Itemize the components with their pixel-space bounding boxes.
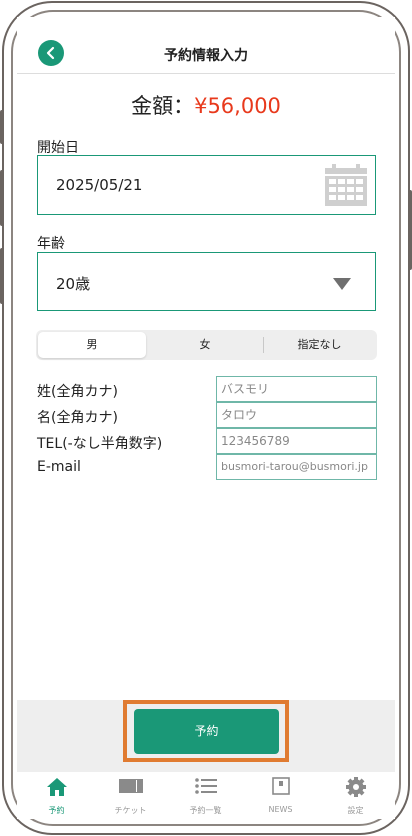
phone-volume-down-button bbox=[0, 248, 4, 304]
age-label: 年齢 bbox=[37, 236, 65, 252]
start-date-value: 2025/05/21 bbox=[56, 176, 143, 194]
tab-settings[interactable]: 設定 bbox=[318, 772, 393, 819]
phone-power-button bbox=[408, 190, 412, 270]
phone-side-button bbox=[0, 110, 4, 144]
phone-input[interactable]: 123456789 bbox=[216, 428, 377, 454]
last-name-input[interactable]: バスモリ bbox=[216, 376, 377, 402]
gender-option-female[interactable]: 女 bbox=[150, 332, 260, 358]
first-name-label: 名(全角カナ) bbox=[37, 410, 118, 426]
calendar-icon[interactable] bbox=[323, 162, 369, 208]
gender-option-unspecified[interactable]: 指定なし bbox=[264, 332, 375, 358]
amount-display: 金額：¥56,000 bbox=[17, 90, 395, 120]
email-label: E-mail bbox=[37, 459, 81, 475]
tab-label: 設定 bbox=[347, 806, 364, 815]
start-date-label: 開始日 bbox=[37, 140, 79, 156]
tab-news[interactable]: NEWS bbox=[243, 772, 318, 819]
tab-ticket[interactable]: チケット bbox=[93, 772, 168, 819]
email-input[interactable]: busmori-tarou@busmori.jp bbox=[216, 454, 377, 480]
start-date-field[interactable]: 2025/05/21 bbox=[37, 155, 376, 215]
amount-value: ¥56,000 bbox=[194, 94, 281, 118]
ticket-icon bbox=[118, 779, 143, 793]
news-icon bbox=[271, 777, 290, 795]
first-name-input[interactable]: タロウ bbox=[216, 402, 377, 428]
reserve-button[interactable]: 予約 bbox=[134, 709, 279, 754]
tab-reserve[interactable]: 予約 bbox=[19, 772, 94, 819]
last-name-label: 姓(全角カナ) bbox=[37, 384, 118, 400]
tab-label: 予約 bbox=[48, 806, 65, 815]
amount-label: 金額： bbox=[131, 94, 195, 118]
app-screen: 予約情報入力 金額：¥56,000 開始日 2025/05/21 年齢 20歳 … bbox=[17, 17, 395, 819]
phone-volume-up-button bbox=[0, 170, 4, 226]
page-title: 予約情報入力 bbox=[164, 48, 248, 64]
phone-label: TEL(-なし半角数字) bbox=[37, 436, 163, 452]
tab-label: チケット bbox=[114, 806, 147, 815]
list-icon bbox=[194, 778, 217, 794]
app-header: 予約情報入力 bbox=[17, 17, 395, 74]
tab-reservation-list[interactable]: 予約一覧 bbox=[168, 772, 243, 819]
gear-icon bbox=[345, 777, 366, 797]
gender-option-male[interactable]: 男 bbox=[38, 332, 146, 358]
tab-label: NEWS bbox=[268, 805, 293, 814]
home-icon bbox=[46, 778, 67, 796]
gender-segmented-control: 男 女 指定なし bbox=[36, 330, 377, 360]
age-select[interactable]: 20歳 bbox=[37, 252, 376, 311]
tab-label: 予約一覧 bbox=[189, 806, 222, 815]
bottom-tab-bar: 予約 チケット 予約一覧 NEWS 設定 bbox=[17, 772, 395, 819]
dropdown-arrow-icon bbox=[333, 278, 351, 290]
age-value: 20歳 bbox=[56, 275, 91, 293]
